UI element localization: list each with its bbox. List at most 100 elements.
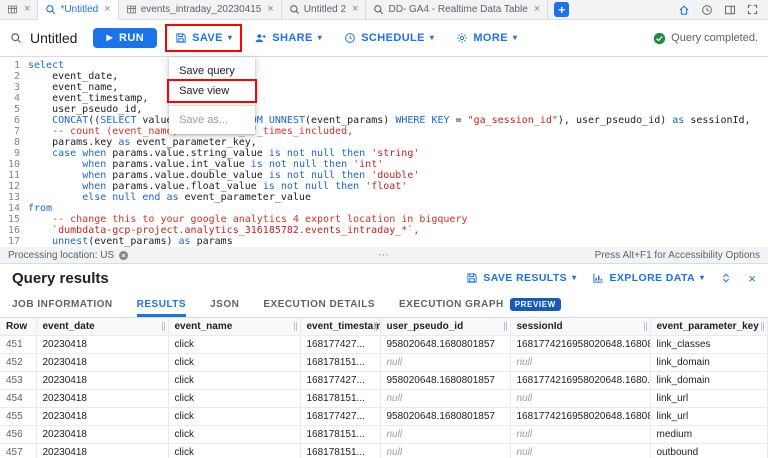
close-icon[interactable]: × <box>267 4 273 15</box>
line-numbers: 1 2 3 4 5 6 7 8 9 10 11 12 13 14 15 16 17 <box>0 57 26 247</box>
column-resize-handle[interactable] <box>161 322 165 331</box>
line-number: 17 <box>7 236 20 247</box>
save-results-button[interactable]: SAVE RESULTS ▾ <box>466 272 576 284</box>
column-resize-handle[interactable] <box>643 322 647 331</box>
code-token: when <box>82 159 107 170</box>
code-line: unnest(event_params) as params <box>28 236 751 247</box>
column-resize-handle[interactable] <box>761 322 764 331</box>
editor-tab-untitled-2[interactable]: Untitled 2 × <box>282 0 367 19</box>
results-tab-label: EXECUTION GRAPH <box>398 299 504 310</box>
code-token: sessionId, <box>684 115 751 126</box>
table-cell: 168177427... <box>300 371 381 390</box>
table-row: 452 20230418 click 168178151... null null link… <box>0 353 768 372</box>
column-label: event_parameter_key <box>656 320 759 332</box>
editor-tab-blank[interactable]: × <box>0 0 39 19</box>
results-tab-json[interactable]: JSON <box>210 292 239 317</box>
row-number-cell: 454 <box>0 389 37 408</box>
table-cell: 168178151... <box>300 353 381 372</box>
results-actions: SAVE RESULTS ▾ EXPLORE DATA ▾ × <box>466 272 756 285</box>
results-tab-execution-details[interactable]: EXECUTION DETAILS <box>263 292 375 317</box>
schedule-label: SCHEDULE <box>361 32 425 44</box>
null-value: null <box>516 392 533 404</box>
code-token: 'double' <box>371 170 420 181</box>
run-label: RUN <box>119 32 145 44</box>
line-number: 13 <box>7 192 20 203</box>
tab-label: DD- GA4 - Realtime Data Table <box>388 4 528 15</box>
collapse-panel-icon[interactable] <box>720 272 732 284</box>
fullscreen-icon[interactable] <box>747 4 758 15</box>
table-cell: click <box>168 335 301 354</box>
menu-item-save-query[interactable]: Save query <box>169 61 255 81</box>
code-line: event_timestamp, <box>28 93 751 104</box>
column-resize-handle[interactable] <box>293 322 297 331</box>
history-icon[interactable] <box>701 4 713 16</box>
close-results-icon[interactable]: × <box>748 272 756 285</box>
save-button[interactable]: SAVE ▾ <box>165 24 243 52</box>
table-cell: click <box>168 443 301 458</box>
code-token: as <box>672 115 685 126</box>
column-label: event_name <box>174 320 233 332</box>
more-button[interactable]: MORE ▾ <box>450 28 523 48</box>
column-resize-handle[interactable] <box>503 322 507 331</box>
home-icon[interactable] <box>678 4 690 16</box>
processing-location-text: Processing location: US <box>8 249 115 261</box>
editor-tab-dd-ga4-realtime-data-table[interactable]: DD- GA4 - Realtime Data Table × <box>366 0 549 19</box>
schedule-button[interactable]: SCHEDULE ▾ <box>338 28 440 48</box>
table-cell: 958020648.1680801857 <box>380 371 511 390</box>
code-token: CONCAT <box>52 115 89 126</box>
tab-label: *Untitled <box>60 4 99 15</box>
column-header-sessionid: sessionId <box>510 318 651 336</box>
panel-resize-handle[interactable]: ⋯ <box>378 248 390 261</box>
table-cell: 168178151... <box>300 389 381 408</box>
close-icon[interactable]: × <box>104 4 110 15</box>
table-cell: 20230418 <box>36 335 169 354</box>
table-cell: outbound <box>650 443 768 458</box>
menu-item-save-as[interactable]: Save as... <box>169 110 255 130</box>
results-tab-label: EXECUTION DETAILS <box>263 299 375 310</box>
save-label: SAVE <box>192 32 223 44</box>
code-area[interactable]: select event_date, event_name, event_tim… <box>26 57 751 247</box>
null-value: null <box>516 428 533 440</box>
close-icon[interactable]: × <box>24 4 30 15</box>
editor-tab-events-intraday-20230415[interactable]: events_intraday_20230415 × <box>119 0 282 19</box>
clear-icon[interactable] <box>118 250 129 261</box>
close-icon[interactable]: × <box>534 4 540 15</box>
results-tab-job-information[interactable]: JOB INFORMATION <box>12 292 113 317</box>
results-tab-results[interactable]: RESULTS <box>137 292 186 317</box>
explore-data-button[interactable]: EXPLORE DATA ▾ <box>592 272 704 284</box>
code-token: WHERE <box>395 115 426 126</box>
plus-icon: + <box>558 2 566 17</box>
results-table: Row event_date event_name event_timestamp us… <box>0 318 768 458</box>
split-panel-icon[interactable] <box>724 4 736 16</box>
sql-editor[interactable]: 1 2 3 4 5 6 7 8 9 10 11 12 13 14 15 16 17 select event_d… <box>0 57 768 247</box>
code-line: select <box>28 60 751 71</box>
code-line: CONCAT((SELECT value.int_value FROM UNNE… <box>28 115 751 126</box>
line-number: 12 <box>7 181 20 192</box>
close-icon[interactable]: × <box>352 4 358 15</box>
table-cell: 1681774216958020648.16808... <box>510 407 651 426</box>
grid-icon <box>7 4 18 15</box>
code-token: event_timestamp, <box>28 93 149 104</box>
table-row: 455 20230418 click 168177427... 958020648.16… <box>0 407 768 426</box>
table-cell: null <box>510 353 651 372</box>
column-resize-handle[interactable] <box>373 322 377 331</box>
table-cell: link_classes <box>650 335 768 354</box>
table-cell: link_domain <box>650 371 768 390</box>
run-button[interactable]: ▶ RUN <box>93 28 158 48</box>
table-cell: null <box>380 425 511 444</box>
editor-tab-untitled[interactable]: *Untitled × <box>38 0 119 19</box>
save-icon <box>175 32 187 44</box>
results-tab-execution-graph[interactable]: EXECUTION GRAPH PREVIEW <box>399 292 561 317</box>
table-cell: 1681774216958020648.1680... <box>510 371 651 390</box>
share-label: SHARE <box>272 32 313 44</box>
row-number-cell: 455 <box>0 407 37 426</box>
code-token: 'int' <box>353 159 384 170</box>
add-tab-button[interactable]: + <box>554 2 570 17</box>
share-button[interactable]: SHARE ▾ <box>248 28 328 49</box>
menu-item-save-view[interactable]: Save view <box>167 79 258 103</box>
line-number: 1 <box>13 60 20 71</box>
query-status: Query completed. <box>653 32 758 45</box>
code-token: 'float' <box>365 181 408 192</box>
table-row: 453 20230418 click 168177427... 958020648.16… <box>0 371 768 390</box>
